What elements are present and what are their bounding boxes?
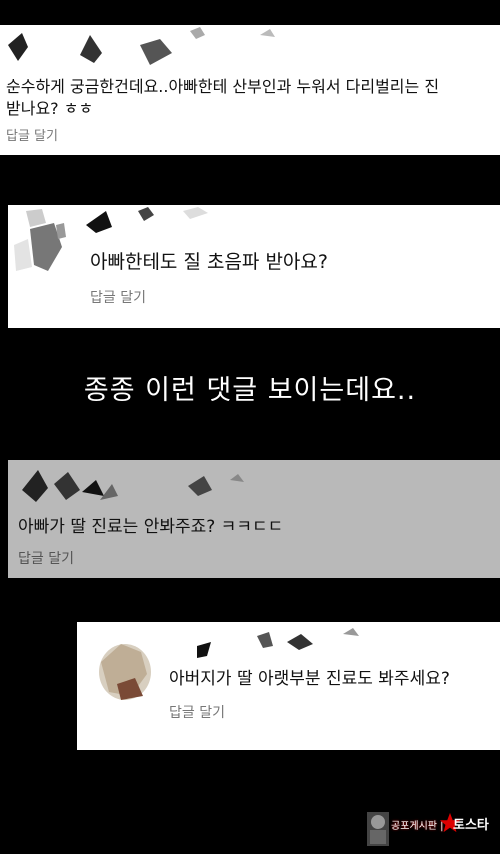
censored-username-mosaic — [8, 27, 275, 65]
reply-link[interactable]: 답글 달기 — [6, 125, 58, 144]
comment-card-1: 순수하게 궁금한건데요..아빠한테 산부인과 누워서 다리벌리는 진 받나요? … — [0, 25, 500, 155]
reply-link[interactable]: 답글 달기 — [18, 548, 74, 568]
watermark-logo: 공포게시판 | 닥 토스타 — [365, 808, 495, 848]
reply-link[interactable]: 답글 달기 — [169, 702, 225, 722]
comment-text: 아빠가 딸 진료는 안봐주죠? ㅋㅋㄷㄷ — [18, 517, 284, 537]
watermark-brand: 토스타 — [453, 818, 489, 833]
censored-avatar-mosaic — [99, 628, 359, 700]
soldier-icon — [367, 812, 389, 846]
comment-text-line-1: 순수하게 궁금한건데요..아빠한테 산부인과 누워서 다리벌리는 진 — [6, 77, 440, 96]
comment-card-2: 아빠한테도 질 초음파 받아요? 답글 달기 — [8, 205, 500, 328]
caption-text: 종종 이런 댓글 보이는데요.. — [83, 375, 417, 406]
comment-text: 아버지가 딸 아랫부분 진료도 봐주세요? — [169, 669, 450, 689]
comment-text: 아빠한테도 질 초음파 받아요? — [90, 251, 328, 273]
censored-username-mosaic — [22, 470, 244, 502]
reply-link[interactable]: 답글 달기 — [90, 287, 146, 307]
comment-text-line-2: 받나요? ㅎㅎ — [6, 99, 94, 118]
comment-card-3: 아빠가 딸 진료는 안봐주죠? ㅋㅋㄷㄷ 답글 달기 — [8, 460, 500, 578]
comment-card-4: 아버지가 딸 아랫부분 진료도 봐주세요? 답글 달기 — [77, 622, 500, 750]
